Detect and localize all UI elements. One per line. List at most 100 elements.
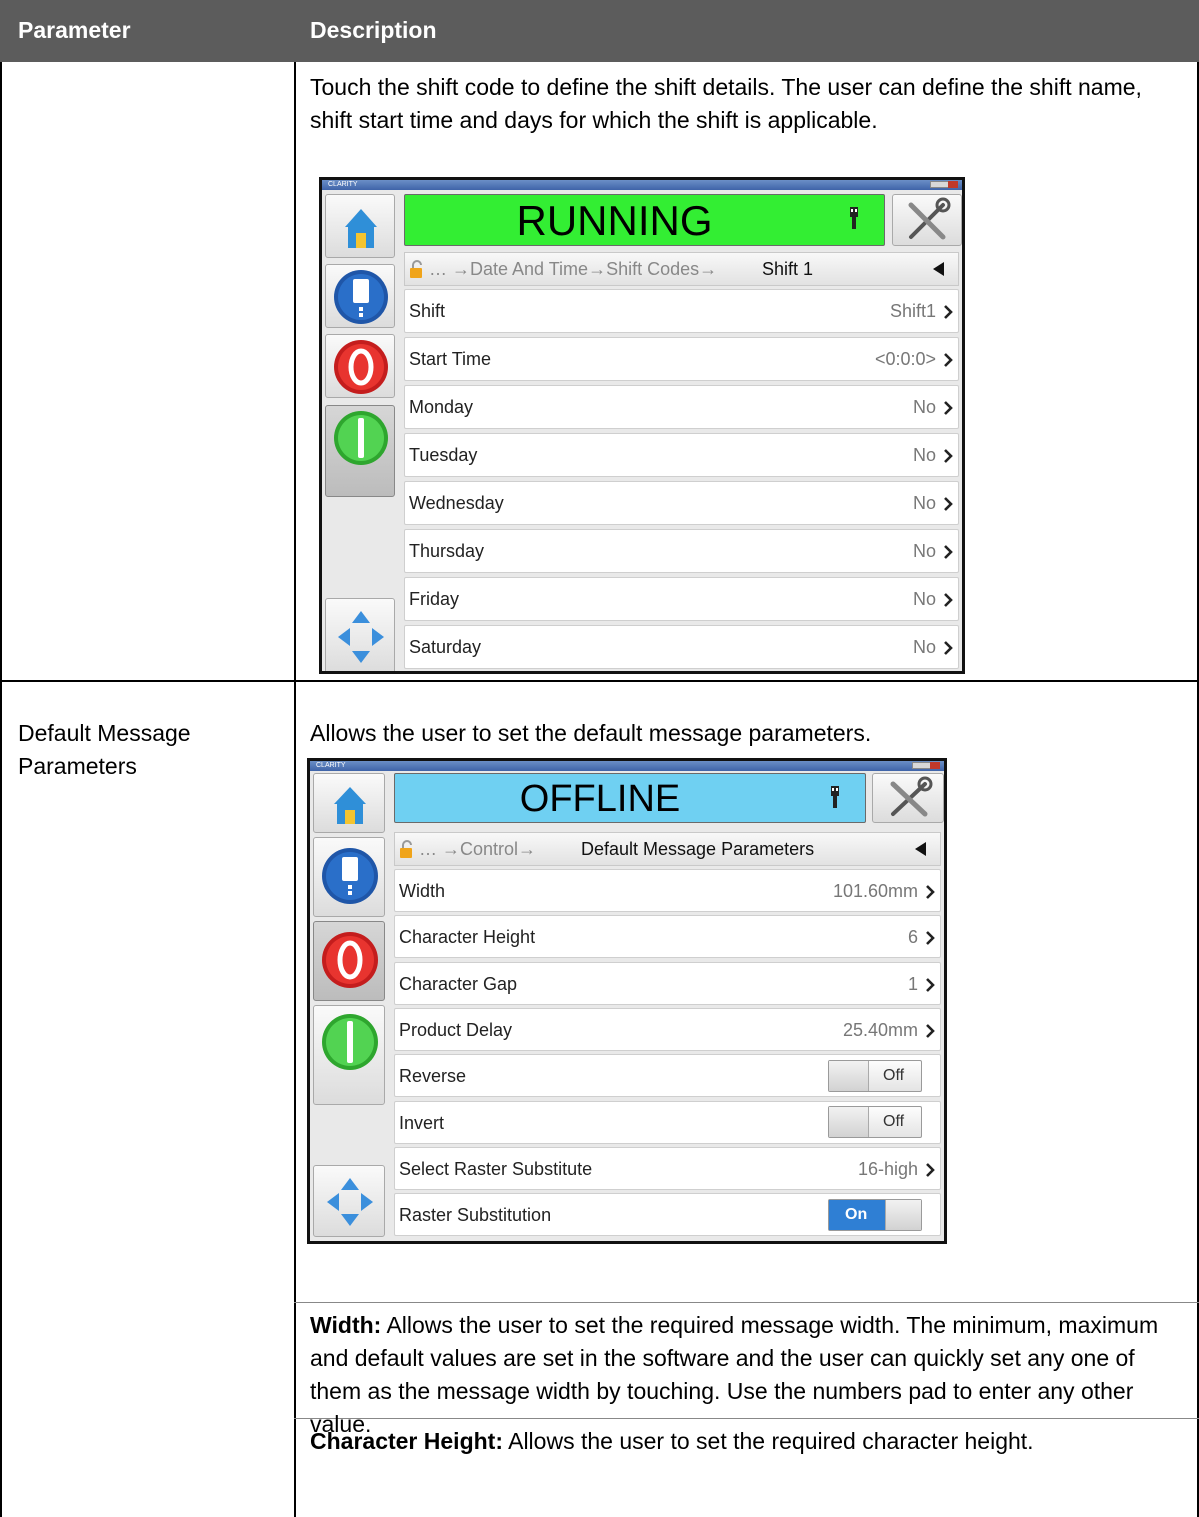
setting-label: Invert [399,1112,445,1133]
chevron-right-icon [944,401,953,415]
parameter-column-header: Parameter [18,17,131,43]
window-close-button[interactable] [948,181,958,188]
navigation-button[interactable] [325,598,395,671]
setting-row[interactable]: Shift Shift1 [404,289,959,333]
navigation-arrows-icon [338,611,384,663]
chevron-right-icon [944,593,953,607]
toggle-switch[interactable]: On [828,1198,922,1231]
status-bar: OFFLINE [394,773,866,823]
breadcrumb-current: Default Message Parameters [581,839,815,859]
chevron-right-icon [926,977,935,992]
setting-label: Friday [409,589,460,609]
setting-value: No [912,397,936,417]
setting-row[interactable]: Thursday No [404,529,959,573]
printer-status: RUNNING [516,197,713,244]
back-arrow-icon[interactable] [933,262,944,276]
lock-icon [410,260,422,278]
setting-label: Monday [409,397,474,417]
setting-row[interactable]: Product Delay 25.40mm [394,1007,941,1051]
toggle-switch[interactable]: Off [828,1059,922,1092]
home-button[interactable] [325,194,395,258]
chevron-right-icon [944,497,953,511]
usb-icon [850,207,858,229]
start-icon [322,1014,378,1070]
setting-row[interactable]: Friday No [404,577,959,621]
navigation-button[interactable] [313,1165,385,1237]
setting-row[interactable]: Wednesday No [404,481,959,525]
setting-row[interactable]: Saturday No [404,625,959,669]
table-header: Parameter Description [0,0,1199,62]
toggle-label: Off [883,1113,905,1130]
character-height-term: Character Height: [310,1428,503,1454]
start-button[interactable] [313,1005,385,1105]
setting-label: Shift [409,301,446,321]
window-close-button[interactable] [930,762,940,769]
setting-label: Product Delay [399,1019,513,1040]
status-bar: RUNNING [404,194,885,246]
breadcrumb-current: Shift 1 [762,259,814,279]
setting-label: Thursday [409,541,485,561]
chevron-right-icon [926,1023,935,1038]
setting-row[interactable]: Raster Substitution On [394,1193,941,1237]
setting-value: 6 [907,927,918,948]
window-titlebar: CLARITY [310,761,944,771]
default-message-description: Allows the user to set the default messa… [310,720,872,746]
message-button[interactable] [313,837,385,917]
toggle-switch[interactable]: Off [828,1106,922,1138]
setting-value: <0:0:0> [874,349,936,369]
toggle-knob [829,1107,869,1137]
home-icon [334,787,366,824]
breadcrumb-path[interactable]: … →Control→ [419,839,536,860]
setting-row[interactable]: Character Gap 1 [394,961,941,1005]
setting-value: 16-high [857,1158,918,1179]
chevron-right-icon [944,641,953,655]
start-button[interactable] [325,405,395,497]
setting-row[interactable]: Character Height 6 [394,915,941,959]
character-height-description: Character Height: Allows the user to set… [310,1425,1180,1458]
setting-value: No [912,589,936,609]
character-height-text: Allows the user to set the required char… [502,1428,1034,1454]
stop-icon [322,932,378,988]
tools-button[interactable] [872,773,944,823]
home-button[interactable] [313,773,385,833]
setting-row[interactable]: Reverse Off [394,1054,941,1098]
breadcrumb-path[interactable]: … →Date And Time→Shift Codes→ [429,259,717,280]
message-button[interactable] [325,264,395,328]
chevron-right-icon [926,931,935,946]
width-term: Width: [310,1312,382,1338]
navigation-arrows-icon [327,1178,373,1226]
setting-row[interactable]: Tuesday No [404,433,959,477]
window-titlebar: CLARITY [322,180,962,190]
message-icon [334,270,388,324]
setting-label: Raster Substitution [399,1205,552,1226]
setting-value: 101.60mm [832,881,918,901]
setting-row[interactable]: Width 101.60mm [394,869,941,912]
setting-label: Width [399,881,446,901]
printer-status: OFFLINE [519,778,681,820]
tools-button[interactable] [892,194,962,246]
setting-value: No [912,637,936,657]
default-message-screenshot: CLARITY OFFLINE … →Control→ Default Mess… [307,758,947,1244]
setting-value: No [912,445,936,465]
chevron-right-icon [944,353,953,367]
setting-value: No [912,541,936,561]
breadcrumb: … →Control→ Default Message Parameters [394,832,941,866]
tools-icon [890,776,933,817]
chevron-right-icon [944,449,953,463]
setting-value: No [912,493,936,513]
setting-row[interactable]: Invert Off [394,1100,941,1144]
lock-icon [400,840,412,858]
chevron-right-icon [926,1162,935,1177]
setting-row[interactable]: Start Time <0:0:0> [404,337,959,381]
setting-row[interactable]: Monday No [404,385,959,429]
stop-button[interactable] [313,921,385,1001]
chevron-right-icon [944,545,953,559]
setting-label: Select Raster Substitute [399,1158,593,1179]
setting-label: Start Time [409,349,492,369]
back-arrow-icon[interactable] [915,842,926,856]
width-description: Width: Allows the user to set the requir… [310,1309,1180,1441]
shift-details-screenshot: CLARITY RUNNING … →Date And Time→Shift C… [319,177,965,674]
setting-row[interactable]: Select Raster Substitute 16-high [394,1146,941,1190]
stop-button[interactable] [325,334,395,398]
setting-label: Saturday [409,637,482,657]
